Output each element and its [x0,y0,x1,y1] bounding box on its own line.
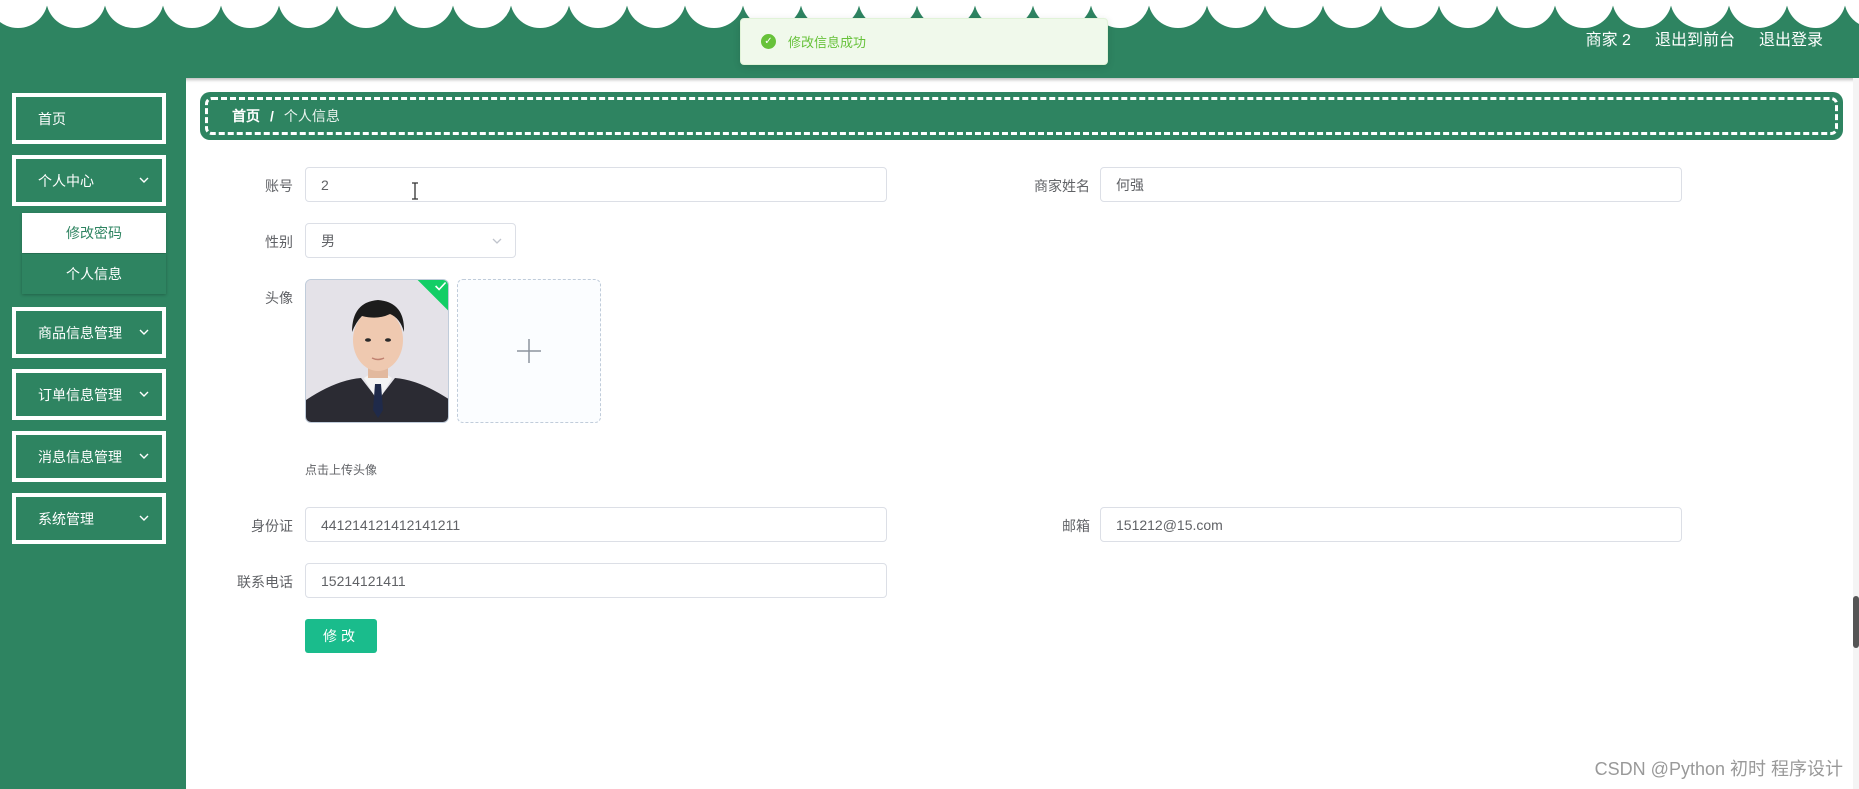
breadcrumb-separator: / [270,108,274,124]
breadcrumb: 首页 / 个人信息 [205,97,1838,135]
watermark-text: CSDN @Python 初时 程序设计 [1594,759,1843,779]
sidebar-item-label: 首页 [38,110,66,127]
id-card-label: 身份证 [251,518,293,534]
email-field[interactable]: 151212@15.com [1100,507,1682,542]
sidebar: 首页 个人中心 修改密码 个人信息 商品信息管理 订单信息管理 消息信息管理 系… [0,78,186,789]
scrollbar-track[interactable] [1853,78,1859,789]
scrollbar-thumb[interactable] [1853,596,1859,648]
user-label[interactable]: 商家 2 [1586,26,1631,50]
submit-button[interactable]: 修改 [305,619,377,653]
sidebar-subitem-label: 修改密码 [66,225,122,241]
email-label: 邮箱 [1062,518,1090,534]
sidebar-item-order-management[interactable]: 订单信息管理 [12,369,166,420]
chevron-down-icon [139,515,149,521]
phone-label: 联系电话 [237,574,293,590]
sidebar-item-label: 订单信息管理 [38,386,122,403]
breadcrumb-home[interactable]: 首页 [232,106,260,126]
sidebar-item-label: 商品信息管理 [38,324,122,341]
avatar-upload-hint: 点击上传头像 [305,463,378,477]
logout-link[interactable]: 退出登录 [1759,26,1823,50]
chevron-down-icon [139,329,149,335]
id-card-field[interactable]: 441214121412141211 [305,507,887,542]
phone-field[interactable]: 15214121411 [305,563,887,598]
success-toast: ✓ 修改信息成功 [740,18,1108,65]
portrait-photo [306,280,448,422]
merchant-name-label: 商家姓名 [1034,178,1090,194]
sidebar-item-product-management[interactable]: 商品信息管理 [12,307,166,358]
avatar-label: 头像 [265,290,293,306]
merchant-name-value: 何强 [1116,176,1144,193]
sidebar-subitem-change-password[interactable]: 修改密码 [22,213,166,253]
avatar-image[interactable] [305,279,449,423]
sidebar-item-home[interactable]: 首页 [12,93,166,144]
account-label: 账号 [265,178,293,194]
gender-label: 性别 [265,234,293,250]
sidebar-subitem-personal-info[interactable]: 个人信息 [22,254,166,294]
chevron-down-icon [139,177,149,183]
check-icon [435,281,447,291]
sidebar-item-message-management[interactable]: 消息信息管理 [12,431,166,482]
toast-message: 修改信息成功 [788,35,867,50]
chevron-down-icon [139,453,149,459]
sidebar-subitem-label: 个人信息 [66,266,122,282]
header-links: 商家 2 退出到前台 退出登录 [1586,26,1823,50]
sidebar-item-personal-center[interactable]: 个人中心 [12,155,166,206]
sidebar-item-label: 个人中心 [38,172,94,189]
sidebar-item-system-management[interactable]: 系统管理 [12,493,166,544]
plus-icon [517,339,541,363]
chevron-down-icon [139,391,149,397]
avatar-upload-button[interactable] [457,279,601,423]
breadcrumb-bar: 首页 / 个人信息 [200,92,1843,140]
phone-value: 15214121411 [321,572,406,589]
account-field[interactable]: 2 [305,167,887,202]
id-card-value: 441214121412141211 [321,516,461,533]
text-cursor-icon [412,182,418,200]
to-frontend-link[interactable]: 退出到前台 [1655,26,1735,50]
sidebar-item-label: 系统管理 [38,510,94,527]
breadcrumb-current: 个人信息 [283,108,340,124]
merchant-name-field[interactable]: 何强 [1100,167,1682,202]
check-circle-icon: ✓ [761,34,776,49]
sidebar-item-label: 消息信息管理 [38,448,122,465]
account-value: 2 [321,176,329,193]
gender-value: 男 [321,232,335,249]
chevron-down-icon [492,238,502,244]
gender-select[interactable]: 男 [305,223,516,258]
email-value: 151212@15.com [1116,516,1223,533]
